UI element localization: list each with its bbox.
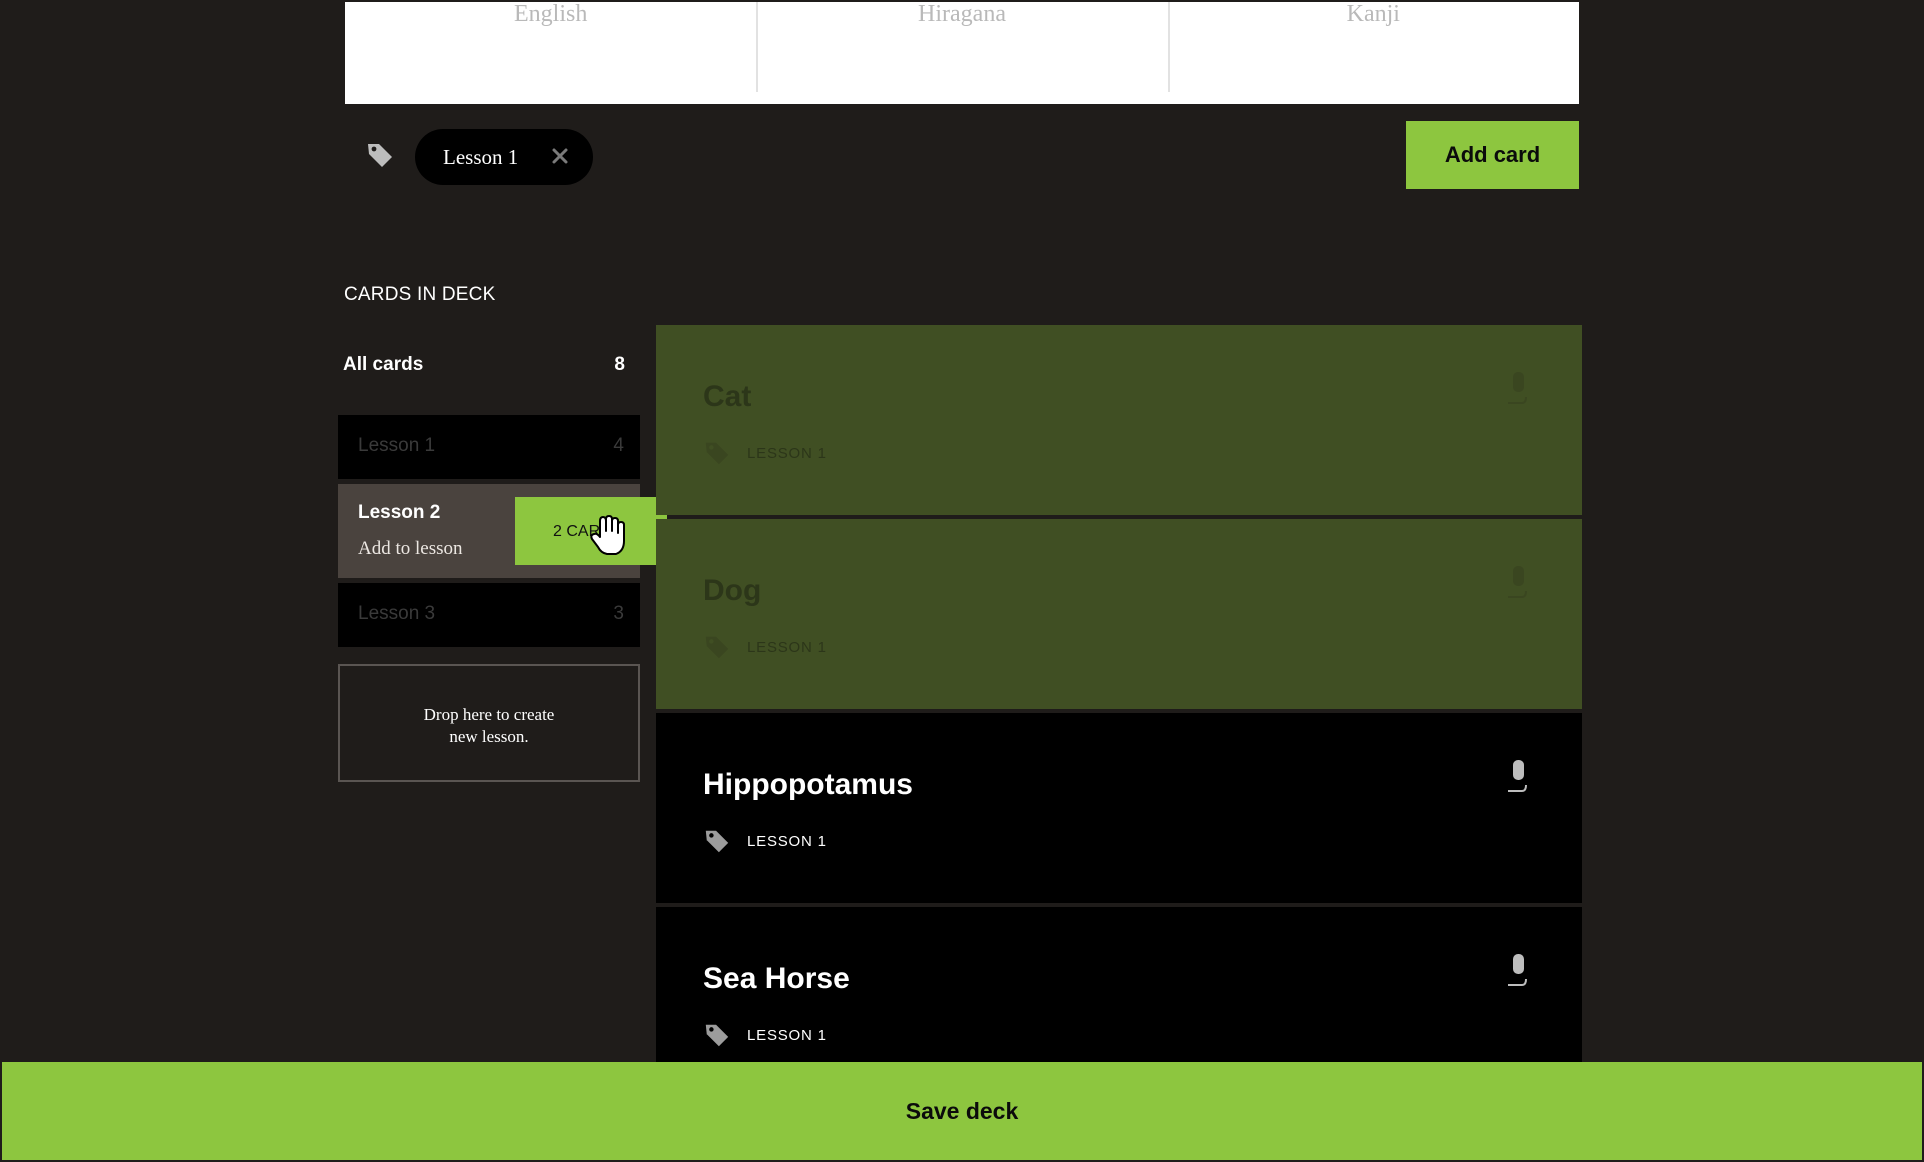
card-item[interactable]: Sea Horse LESSON 1 — [656, 907, 1582, 1062]
tag-icon — [705, 830, 729, 853]
drop-zone-line-2: new lesson. — [449, 727, 529, 746]
card-tag-label: LESSON 1 — [747, 638, 827, 656]
microphone-icon[interactable] — [1502, 563, 1532, 605]
add-to-lesson-hint: Add to lesson — [358, 538, 463, 559]
card-tag-label: LESSON 1 — [747, 444, 827, 462]
lesson-name: Lesson 1 — [358, 435, 436, 456]
lesson-count: 4 — [613, 435, 624, 456]
new-lesson-drop-zone[interactable]: Drop here to create new lesson. — [338, 664, 640, 782]
all-cards-count: 8 — [614, 354, 625, 375]
field-kanji[interactable]: Kanji — [1167, 2, 1579, 104]
sidebar-item-all-cards[interactable]: All cards 8 — [343, 354, 625, 378]
sidebar-item-lesson-1[interactable]: Lesson 1 4 — [338, 415, 640, 479]
card-title: Dog — [703, 574, 762, 607]
tag-icon — [705, 636, 729, 659]
card-tag-label: LESSON 1 — [747, 832, 827, 850]
lesson-count: 3 — [613, 603, 624, 624]
microphone-icon[interactable] — [1502, 951, 1532, 993]
field-hiragana[interactable]: Hiragana — [756, 2, 1167, 104]
microphone-icon[interactable] — [1502, 369, 1532, 411]
card-item[interactable]: Hippopotamus LESSON 1 — [656, 713, 1582, 903]
card-item[interactable]: Dog LESSON 1 — [656, 519, 1582, 709]
tag-icon — [705, 442, 729, 465]
all-cards-label: All cards — [343, 354, 424, 375]
card-title: Hippopotamus — [703, 768, 913, 801]
tag-icon — [705, 1024, 729, 1047]
sidebar-item-lesson-3[interactable]: Lesson 3 3 — [338, 583, 640, 647]
card-title: Sea Horse — [703, 962, 850, 995]
field-header: English Hiragana Kanji — [345, 2, 1579, 104]
lesson-name: Lesson 3 — [358, 603, 436, 624]
app-frame: English Hiragana Kanji Lesson 1 Add card… — [0, 0, 1924, 1162]
add-card-button[interactable]: Add card — [1406, 121, 1579, 189]
tag-chip-lesson-1[interactable]: Lesson 1 — [415, 129, 593, 185]
save-deck-button[interactable]: Save deck — [2, 1062, 1922, 1160]
card-tag: LESSON 1 — [703, 1021, 827, 1049]
drop-zone-line-1: Drop here to create — [423, 705, 555, 724]
tag-icon — [365, 140, 395, 170]
card-item[interactable]: Cat LESSON 1 — [656, 325, 1582, 515]
card-tag: LESSON 1 — [703, 633, 827, 661]
microphone-icon[interactable] — [1502, 757, 1532, 799]
hand-cursor-icon — [588, 513, 628, 557]
field-english[interactable]: English — [345, 2, 756, 104]
tag-chip-label: Lesson 1 — [443, 144, 519, 169]
lesson-name: Lesson 2 — [358, 502, 441, 523]
cards-in-deck-heading: CARDS IN DECK — [344, 284, 496, 305]
card-tag: LESSON 1 — [703, 827, 827, 855]
remove-tag-icon[interactable] — [549, 145, 571, 167]
card-title: Cat — [703, 380, 752, 413]
card-tag-label: LESSON 1 — [747, 1026, 827, 1044]
card-tag: LESSON 1 — [703, 439, 827, 467]
